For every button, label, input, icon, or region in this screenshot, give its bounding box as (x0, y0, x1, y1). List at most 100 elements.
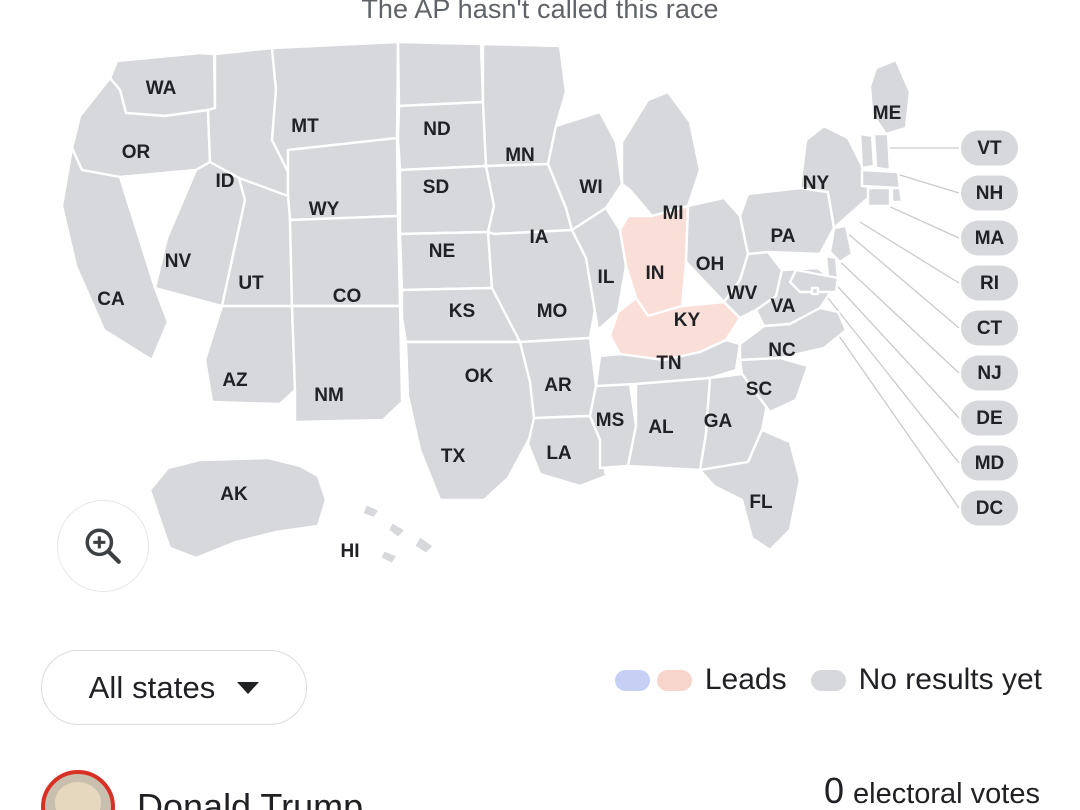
state-label-az: AZ (222, 370, 248, 391)
state-shape-hi[interactable] (412, 534, 436, 556)
state-label-wv: WV (727, 283, 758, 304)
state-label-ok: OK (465, 366, 494, 387)
state-shape-ma[interactable] (860, 168, 902, 190)
state-label-sc: SC (746, 379, 773, 400)
state-filter-dropdown[interactable]: All states (41, 650, 307, 725)
state-label-al: AL (648, 417, 674, 438)
state-label-mi: MI (662, 203, 683, 224)
state-label-ms: MS (596, 410, 625, 431)
callout-pill-nj[interactable]: NJ (961, 355, 1018, 391)
callout-pill-dc[interactable]: DC (961, 490, 1018, 526)
page-title: The AP hasn't called this race (361, 0, 719, 24)
election-map-page: The AP hasn't called this race WA OR ID MT W… (0, 0, 1080, 810)
state-shape-az[interactable] (203, 304, 297, 406)
avatar (41, 770, 115, 810)
state-label-ne: NE (429, 241, 455, 262)
state-shape-ri[interactable] (890, 186, 904, 204)
state-label-or: OR (122, 142, 151, 163)
state-shape-hi[interactable] (386, 520, 408, 540)
state-label-tn: TN (656, 353, 681, 374)
state-label-ks: KS (449, 301, 475, 322)
callout-pill-vt[interactable]: VT (961, 130, 1018, 166)
callout-pill-label: NH (976, 183, 1003, 204)
state-shape-de[interactable] (824, 254, 840, 280)
state-label-ny: NY (803, 173, 830, 194)
legend-item-no-results: No results yet (810, 663, 1042, 697)
candidate-electoral-votes: 0 electoral votes (824, 770, 1040, 810)
map-svg[interactable]: WA OR ID MT WY NV UT CA AZ CO NM ND SD NE KS OK TX MN IA MO… (0, 30, 1080, 600)
state-shape-nm[interactable] (290, 304, 404, 424)
callout-pill-label: RI (980, 273, 999, 294)
state-shape-nh[interactable] (872, 132, 892, 172)
legend-swatches-leads (614, 669, 692, 691)
callout-pill-label: DC (976, 498, 1004, 519)
state-label-wa: WA (146, 78, 177, 99)
callout-pill-de[interactable]: DE (961, 400, 1018, 436)
state-shape-hi[interactable] (360, 502, 382, 520)
state-label-ak: AK (220, 484, 248, 505)
candidate-result-row[interactable]: Donald Trump 0 electoral votes (0, 770, 1080, 810)
state-label-ar: AR (544, 375, 572, 396)
state-label-fl: FL (749, 492, 773, 513)
state-label-hi: HI (341, 541, 360, 562)
callout-pill-label: NJ (977, 363, 1001, 384)
state-label-sd: SD (423, 177, 449, 198)
state-label-mo: MO (537, 301, 568, 322)
leader-line-de (827, 275, 960, 419)
state-label-la: LA (546, 443, 572, 464)
state-label-nv: NV (165, 251, 192, 272)
state-shape-hi[interactable] (378, 548, 400, 566)
zoom-in-magnifier-icon (85, 528, 121, 564)
callout-pill-label: CT (977, 318, 1003, 339)
state-label-ga: GA (704, 411, 733, 432)
state-label-mt: MT (291, 116, 319, 137)
callout-pill-label: MD (975, 453, 1005, 474)
state-shape-mi[interactable] (620, 90, 702, 218)
state-label-me: ME (873, 103, 902, 124)
callout-pills: VT NH MA RI CT NJ DE MD DC (961, 130, 1018, 526)
chevron-down-icon (237, 681, 260, 694)
state-shape-ca[interactable] (60, 146, 170, 362)
state-shape-nd[interactable] (396, 40, 485, 108)
candidate-name: Donald Trump (137, 786, 364, 810)
state-shape-ct[interactable] (866, 186, 892, 208)
state-label-wi: WI (579, 177, 602, 198)
legend-swatches-no-results (810, 669, 846, 691)
electoral-votes-count: 0 (823, 770, 844, 810)
map-legend: Leads No results yet (614, 663, 1042, 697)
state-shape-vt[interactable] (858, 132, 876, 170)
legend-item-leads: Leads (614, 663, 787, 697)
state-label-tx: TX (441, 446, 466, 467)
callout-pill-nh[interactable]: NH (961, 175, 1018, 211)
state-label-oh: OH (696, 254, 725, 275)
callout-pill-ma[interactable]: MA (961, 220, 1018, 256)
electoral-votes-label: electoral votes (853, 778, 1040, 810)
legend-swatch-red (656, 669, 692, 691)
state-shape-ak[interactable] (148, 456, 328, 560)
state-shape-dc[interactable] (810, 286, 820, 296)
state-label-pa: PA (771, 226, 796, 247)
state-filter-label: All states (88, 669, 216, 705)
candidate-identity: Donald Trump (41, 770, 363, 810)
state-shape-wy[interactable] (286, 136, 400, 222)
callout-pill-ri[interactable]: RI (961, 265, 1018, 301)
us-electoral-map[interactable]: WA OR ID MT WY NV UT CA AZ CO NM ND SD NE KS OK TX MN IA MO… (0, 30, 1080, 600)
zoom-in-button[interactable] (57, 500, 149, 592)
callout-pill-md[interactable]: MD (961, 445, 1018, 481)
map-controls: All states Leads No results yet (0, 645, 1080, 735)
state-label-ca: CA (97, 289, 125, 310)
legend-label-no-results: No results yet (858, 663, 1042, 696)
callout-pill-label: VT (977, 138, 1002, 159)
state-label-mn: MN (505, 145, 535, 166)
state-label-wy: WY (309, 199, 340, 220)
state-label-ut: UT (238, 273, 264, 294)
legend-label-leads: Leads (704, 663, 787, 696)
state-label-ky: KY (674, 310, 701, 331)
state-label-nd: ND (423, 119, 450, 140)
callout-pill-label: MA (975, 228, 1005, 249)
callout-pill-ct[interactable]: CT (961, 310, 1018, 346)
state-label-va: VA (771, 296, 796, 317)
state-label-nm: NM (314, 385, 344, 406)
state-label-il: IL (598, 267, 615, 288)
callout-pill-label: DE (976, 408, 1002, 429)
